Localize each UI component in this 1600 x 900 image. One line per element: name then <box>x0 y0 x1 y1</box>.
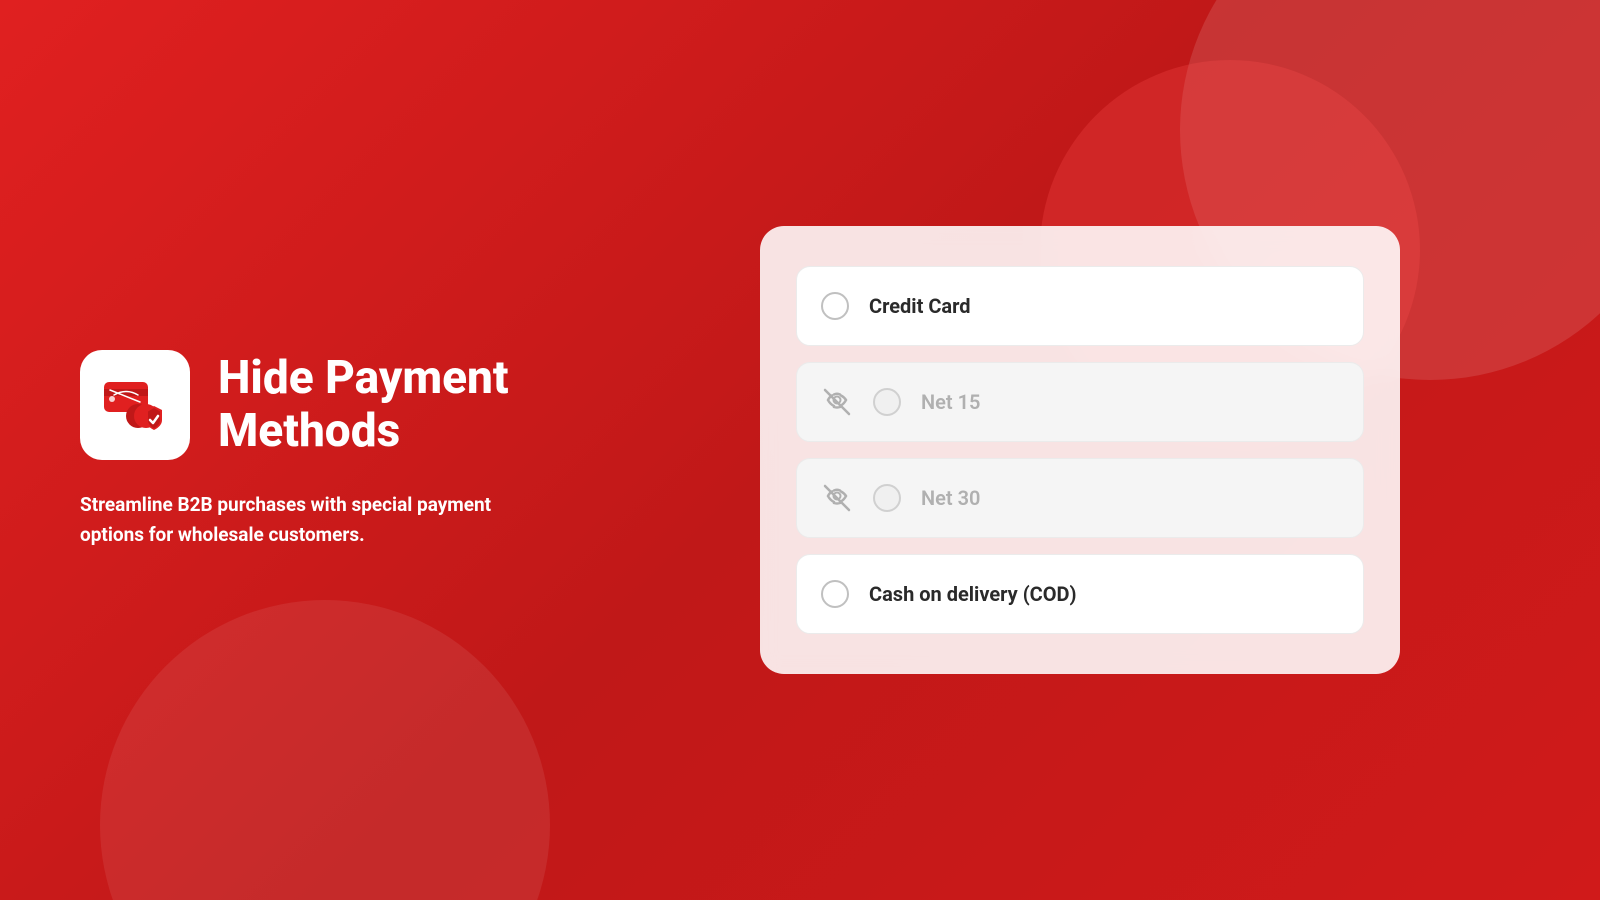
payment-label-net-15: Net 15 <box>921 390 980 414</box>
payment-methods-card: Credit Card Net 15 N <box>760 226 1400 674</box>
payment-label-net-30: Net 30 <box>921 486 980 510</box>
payment-option-net-15[interactable]: Net 15 <box>796 362 1364 442</box>
radio-net-30[interactable] <box>873 484 901 512</box>
app-title-block: Hide Payment Methods <box>218 352 509 458</box>
payment-label-credit-card: Credit Card <box>869 294 971 318</box>
app-icon-svg <box>100 370 170 440</box>
eye-hidden-icon-net15 <box>821 386 853 418</box>
eye-hidden-icon-net30 <box>821 482 853 514</box>
left-panel: Hide Payment Methods Streamline B2B purc… <box>80 350 580 551</box>
app-icon <box>80 350 190 460</box>
app-title-line1: Hide Payment <box>218 351 509 405</box>
app-header: Hide Payment Methods <box>80 350 580 460</box>
radio-credit-card[interactable] <box>821 292 849 320</box>
payment-label-cod: Cash on delivery (COD) <box>869 582 1077 606</box>
payment-option-credit-card[interactable]: Credit Card <box>796 266 1364 346</box>
radio-net-15[interactable] <box>873 388 901 416</box>
content-wrapper: Hide Payment Methods Streamline B2B purc… <box>0 0 1600 900</box>
right-panel: Credit Card Net 15 N <box>580 226 1520 674</box>
payment-option-cod[interactable]: Cash on delivery (COD) <box>796 554 1364 634</box>
app-title-line2: Methods <box>218 404 400 458</box>
app-description: Streamline B2B purchases with special pa… <box>80 490 500 551</box>
payment-option-net-30[interactable]: Net 30 <box>796 458 1364 538</box>
app-title: Hide Payment Methods <box>218 352 509 458</box>
radio-cod[interactable] <box>821 580 849 608</box>
